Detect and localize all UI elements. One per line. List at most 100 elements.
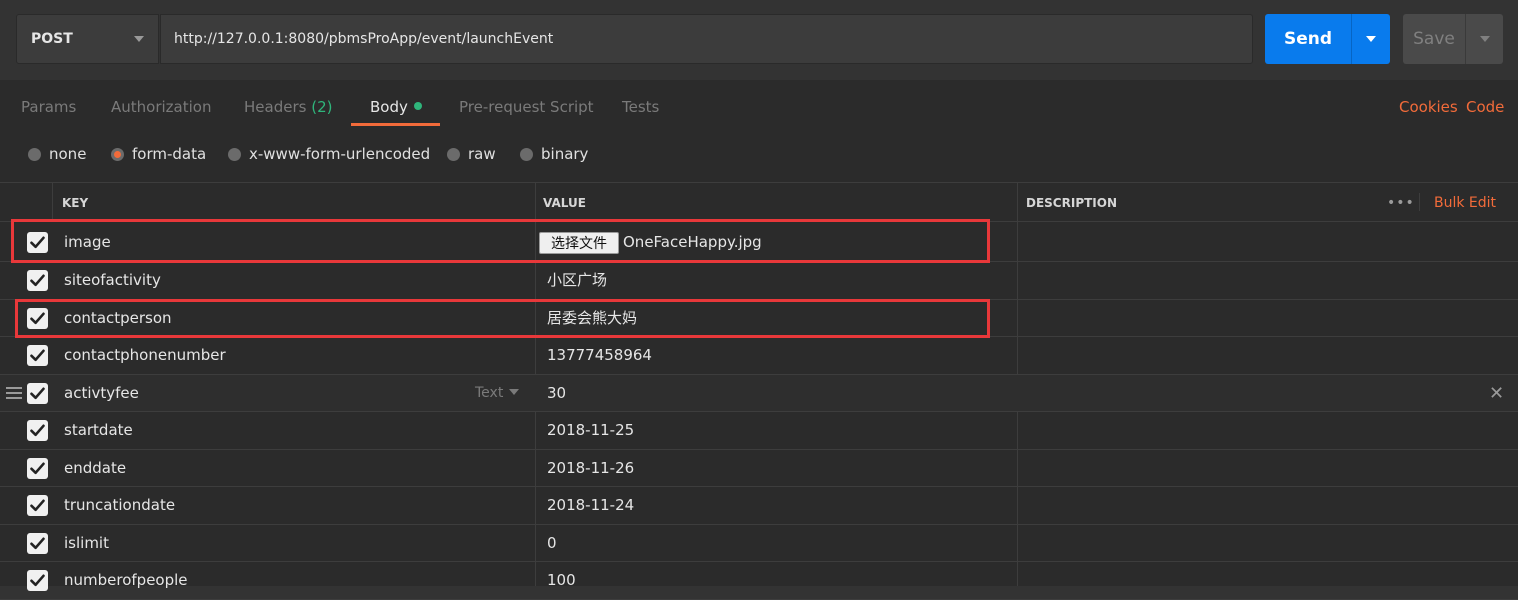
checkmark-icon	[30, 499, 45, 512]
key-cell[interactable]: contactphonenumber	[64, 337, 226, 375]
value-cell[interactable]: 13777458964	[547, 337, 652, 375]
checkmark-icon	[30, 537, 45, 549]
key-cell[interactable]: enddate	[64, 450, 126, 488]
value-cell[interactable]: 2018-11-25	[547, 412, 634, 450]
body-type-none[interactable]: none	[28, 143, 86, 165]
description-cell[interactable]	[1018, 300, 1508, 337]
description-cell[interactable]	[1018, 450, 1508, 487]
table-row: truncationdate 2018-11-24	[0, 487, 1518, 525]
table-row: image 选择文件 OneFaceHappy.jpg	[0, 222, 1518, 262]
method-select[interactable]: POST	[16, 14, 159, 64]
choose-file-button[interactable]: 选择文件	[539, 232, 619, 254]
request-tabs: Params Authorization Headers (2) Body Pr…	[0, 80, 1518, 130]
value-cell[interactable]: 居委会熊大妈	[547, 300, 637, 338]
checkmark-icon	[30, 312, 45, 324]
table-row: contactperson 居委会熊大妈	[0, 300, 1518, 338]
row-enabled-checkbox[interactable]	[27, 382, 48, 404]
chevron-down-icon	[134, 36, 144, 42]
description-cell[interactable]	[1018, 562, 1508, 599]
body-type-label: form-data	[132, 145, 207, 163]
row-enabled-checkbox[interactable]	[27, 270, 48, 291]
chevron-down-icon	[509, 388, 520, 395]
key-cell[interactable]: truncationdate	[64, 487, 175, 525]
request-bar: POST http://127.0.0.1:8080/pbmsProApp/ev…	[0, 0, 1518, 80]
row-enabled-checkbox[interactable]	[27, 307, 48, 329]
body-type-raw[interactable]: raw	[447, 143, 496, 165]
table-row: islimit 0	[0, 525, 1518, 563]
row-enabled-checkbox[interactable]	[27, 420, 48, 441]
row-enabled-checkbox[interactable]	[27, 495, 48, 516]
description-cell[interactable]	[1018, 412, 1508, 449]
value-cell[interactable]: 100	[547, 562, 576, 600]
tab-headers[interactable]: Headers (2)	[244, 80, 332, 130]
checkmark-icon	[30, 349, 45, 362]
table-row: startdate 2018-11-25	[0, 412, 1518, 450]
column-divider	[52, 182, 53, 222]
description-cell[interactable]	[1018, 375, 1508, 412]
drag-handle-icon[interactable]	[6, 386, 22, 399]
key-type-select[interactable]: Text	[475, 375, 520, 412]
chevron-down-icon	[1366, 36, 1376, 42]
chevron-down-icon	[1480, 36, 1490, 42]
body-type-label: none	[49, 145, 87, 163]
key-cell[interactable]: siteofactivity	[64, 262, 161, 300]
value-cell[interactable]: 2018-11-24	[547, 487, 634, 525]
description-cell[interactable]	[1018, 337, 1508, 374]
tab-label: Pre-request Script	[459, 98, 594, 116]
radio-icon	[520, 147, 533, 161]
key-cell[interactable]: activtyfee	[64, 375, 139, 413]
save-dropdown-button[interactable]	[1466, 14, 1503, 64]
tab-label: Headers	[244, 98, 307, 116]
headers-count-badge: (2)	[311, 98, 333, 116]
save-button[interactable]: Save	[1403, 14, 1466, 64]
tab-tests[interactable]: Tests	[622, 80, 659, 130]
body-type-label: binary	[541, 145, 589, 163]
key-cell[interactable]: islimit	[64, 525, 109, 563]
save-button-group: Save	[1403, 14, 1503, 64]
table-row: siteofactivity 小区广场	[0, 262, 1518, 300]
status-dot-icon	[413, 102, 422, 110]
column-header-value: VALUE	[543, 196, 586, 210]
value-cell[interactable]: 2018-11-26	[547, 450, 634, 488]
row-enabled-checkbox[interactable]	[27, 532, 48, 554]
tab-pre-request-script[interactable]: Pre-request Script	[459, 80, 594, 130]
url-input[interactable]: http://127.0.0.1:8080/pbmsProApp/event/l…	[160, 14, 1253, 64]
body-type-label: raw	[468, 145, 496, 163]
send-button-group: Send	[1265, 14, 1390, 64]
tab-authorization[interactable]: Authorization	[111, 80, 211, 130]
cookies-link[interactable]: Cookies	[1399, 80, 1458, 130]
code-link[interactable]: Code	[1466, 80, 1504, 130]
tab-params[interactable]: Params	[21, 80, 76, 130]
form-data-table: KEY VALUE DESCRIPTION ••• Bulk Edit imag…	[0, 182, 1518, 600]
key-cell[interactable]: startdate	[64, 412, 133, 450]
more-options-icon[interactable]: •••	[1387, 183, 1415, 223]
radio-icon	[228, 147, 241, 161]
column-divider	[1419, 193, 1420, 211]
description-cell[interactable]	[1018, 525, 1508, 562]
description-cell[interactable]	[1018, 222, 1508, 261]
row-enabled-checkbox[interactable]	[27, 232, 48, 253]
value-cell[interactable]: 0	[547, 525, 557, 563]
value-cell[interactable]: 小区广场	[547, 262, 607, 300]
radio-icon	[28, 147, 41, 161]
table-header: KEY VALUE DESCRIPTION ••• Bulk Edit	[0, 182, 1518, 222]
body-type-selector: none form-data x-www-form-urlencoded raw…	[0, 130, 1518, 182]
body-type-form-data[interactable]: form-data	[111, 143, 206, 165]
value-cell[interactable]: 30	[547, 375, 566, 413]
tab-label: Body	[370, 98, 408, 116]
key-cell[interactable]: numberofpeople	[64, 562, 188, 600]
body-type-urlencoded[interactable]: x-www-form-urlencoded	[228, 143, 430, 165]
row-enabled-checkbox[interactable]	[27, 345, 48, 366]
description-cell[interactable]	[1018, 487, 1508, 524]
row-enabled-checkbox[interactable]	[27, 570, 48, 591]
radio-selected-icon	[111, 147, 124, 161]
description-cell[interactable]	[1018, 262, 1508, 299]
key-cell[interactable]: image	[64, 222, 111, 262]
bulk-edit-link[interactable]: Bulk Edit	[1434, 183, 1496, 223]
send-button[interactable]: Send	[1265, 14, 1352, 64]
key-cell[interactable]: contactperson	[64, 300, 172, 338]
send-dropdown-button[interactable]	[1352, 14, 1390, 64]
row-enabled-checkbox[interactable]	[27, 457, 48, 479]
body-type-binary[interactable]: binary	[520, 143, 588, 165]
method-label: POST	[31, 31, 73, 47]
